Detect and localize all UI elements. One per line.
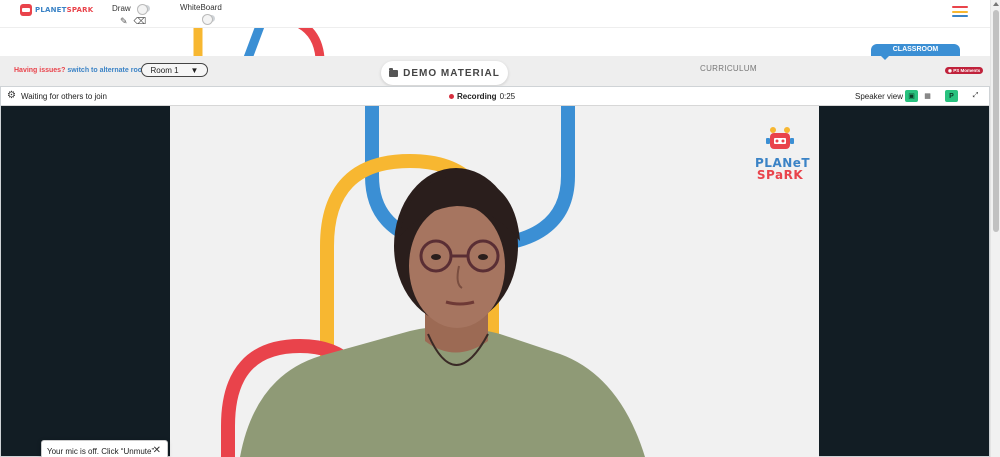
recording-label: Recording [457, 92, 497, 101]
speaker-view-icon[interactable]: ▣ [905, 90, 918, 102]
demo-material-button[interactable]: DEMO MATERIAL [381, 61, 508, 85]
logo-text-planet: PLANET [35, 6, 67, 14]
recording-indicator: Recording 0:25 [449, 92, 515, 101]
demo-material-label: DEMO MATERIAL [403, 67, 500, 79]
robot-logo-icon [20, 4, 32, 16]
hamburger-menu-icon[interactable] [952, 6, 968, 17]
recording-dot-icon [449, 94, 454, 99]
switch-room-link[interactable]: switch to alternate room [67, 67, 148, 74]
logo-text: PLANETSPARK [35, 6, 93, 14]
page-scrollbar[interactable] [990, 0, 1000, 457]
room-select[interactable]: Room 1 ▼ [141, 63, 208, 77]
background-decoration [193, 28, 325, 58]
participant-avatar[interactable]: P [945, 90, 958, 102]
tab-curriculum[interactable]: CURRICULUM [700, 64, 757, 73]
close-icon[interactable]: ✕ [153, 445, 161, 456]
robot-logo-icon [766, 127, 794, 149]
grid-view-icon[interactable]: ▦ [921, 90, 934, 102]
menu-line-red [952, 6, 968, 8]
ps-moments-label: PS Moments [953, 68, 981, 73]
draw-label: Draw [112, 4, 131, 13]
video-panel: ⚙ Waiting for others to join Recording 0… [0, 86, 990, 457]
tab-classroom[interactable]: CLASSROOM [871, 44, 960, 60]
waiting-status: Waiting for others to join [21, 92, 107, 101]
whiteboard-toggle[interactable] [202, 14, 215, 25]
menu-line-yellow [952, 10, 968, 13]
draw-control: Draw ✎ ⌫ [112, 4, 150, 26]
whiteboard-control: WhiteBoard [180, 3, 222, 25]
chevron-down-icon: ▼ [190, 65, 199, 75]
folder-icon [389, 67, 399, 77]
scrollbar-thumb[interactable] [993, 10, 999, 232]
expand-icon[interactable]: ⤢ [969, 90, 982, 102]
video-feed [221, 106, 645, 457]
whiteboard-label: WhiteBoard [180, 3, 222, 12]
draw-toggle[interactable] [136, 4, 150, 16]
session-info-strip: Having issues? switch to alternate room … [0, 44, 990, 86]
pencil-icon[interactable]: ✎ [120, 16, 128, 27]
planetspark-logo[interactable]: PLANETSPARK [20, 4, 93, 16]
gear-icon[interactable]: ⚙ [7, 91, 16, 101]
mic-off-toast: Your mic is off. Click “Unmute” ✕ [41, 440, 168, 457]
stage-planetspark-logo: PLANeT SPaRK [755, 126, 810, 182]
issue-help: Having issues? switch to alternate room [14, 67, 148, 74]
ps-moments-badge[interactable]: ◉ PS Moments [945, 67, 984, 74]
eraser-icon[interactable]: ⌫ [134, 16, 147, 27]
scroll-up-arrow-icon[interactable] [993, 2, 999, 6]
menu-line-blue [952, 15, 968, 17]
stage-logo-line2: SPaRK [756, 168, 804, 182]
logo-text-spark: SPARK [66, 6, 94, 14]
having-issues-label: Having issues? [14, 67, 66, 74]
room-select-value: Room 1 [150, 65, 179, 75]
recording-time: 0:25 [499, 92, 516, 101]
video-panel-header: ⚙ Waiting for others to join Recording 0… [1, 87, 989, 106]
top-bar: PLANETSPARK Draw ✎ ⌫ WhiteBoard [0, 0, 990, 28]
mic-off-message: Your mic is off. Click “Unmute” [47, 447, 155, 456]
speaker-view-label: Speaker view [855, 92, 904, 101]
video-stage: PLANeT SPaRK [170, 106, 819, 457]
